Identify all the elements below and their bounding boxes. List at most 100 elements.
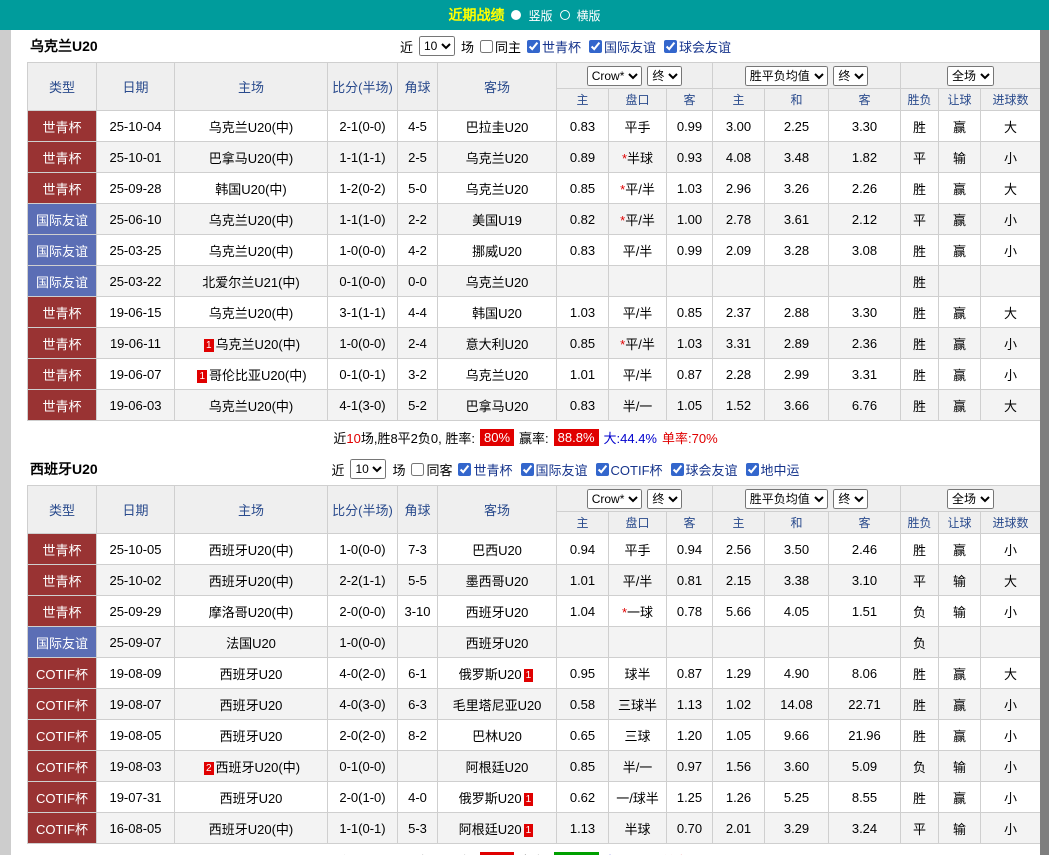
home-team-cell[interactable]: 西班牙U20: [175, 689, 328, 720]
competition-filter[interactable]: 国际友谊: [589, 37, 656, 56]
competition-filter[interactable]: 球会友谊: [671, 460, 738, 479]
competition-filter[interactable]: 世青杯: [527, 37, 581, 56]
competition-filter[interactable]: 世青杯: [458, 460, 512, 479]
horizontal-layout-radio[interactable]: [560, 10, 570, 20]
away-team-cell[interactable]: 巴西U20: [438, 534, 557, 565]
summary-lead: 近10场,胜5平2负3, 胜率:: [333, 851, 475, 855]
odds-stage-select[interactable]: 终: [647, 66, 682, 86]
competition-filter[interactable]: 地中运: [746, 460, 800, 479]
competition-checkbox[interactable]: [589, 40, 602, 53]
away-team-cell[interactable]: 美国U19: [438, 204, 557, 235]
home-team-cell[interactable]: 1哥伦比亚U20(中): [175, 359, 328, 390]
home-team-cell[interactable]: 巴拿马U20(中): [175, 142, 328, 173]
same-venue-filter[interactable]: 同客: [411, 460, 452, 479]
vertical-layout-label[interactable]: 竖版: [528, 7, 552, 24]
fulltime-group: 全场: [901, 63, 1041, 89]
match-row: 国际友谊25-03-22北爱尔兰U21(中)0-1(0-0)0-0乌克兰U20胜: [28, 266, 1041, 297]
home-team-cell[interactable]: 乌克兰U20(中): [175, 390, 328, 421]
competition-filter[interactable]: 球会友谊: [664, 37, 731, 56]
matches-table-ukraine: 类型 日期 主场 比分(半场) 角球 客场 Crow* 终 胜平负均值 终 全场: [27, 62, 1041, 421]
away-team-cell[interactable]: 挪威U20: [438, 235, 557, 266]
corner-cell: 5-0: [398, 173, 438, 204]
handicap-line-cell: *平/半: [609, 204, 667, 235]
avg-odds-select[interactable]: 胜平负均值: [745, 489, 828, 509]
match-count-select[interactable]: 10: [419, 36, 455, 56]
fulltime-select[interactable]: 全场: [947, 66, 994, 86]
page-scrollbar[interactable]: [1040, 30, 1049, 855]
home-team-cell[interactable]: 西班牙U20: [175, 720, 328, 751]
same-venue-checkbox[interactable]: [480, 40, 493, 53]
odds-cell: 1.26: [713, 782, 765, 813]
odds-cell: 2.99: [765, 359, 829, 390]
home-team-cell[interactable]: 北爱尔兰U21(中): [175, 266, 328, 297]
away-team-cell[interactable]: 乌克兰U20: [438, 266, 557, 297]
away-team-cell[interactable]: 乌克兰U20: [438, 359, 557, 390]
home-team-cell[interactable]: 摩洛哥U20(中): [175, 596, 328, 627]
home-team-cell[interactable]: 乌克兰U20(中): [175, 204, 328, 235]
home-team-cell[interactable]: 西班牙U20(中): [175, 813, 328, 844]
competition-cell: COTIF杯: [28, 813, 97, 844]
same-venue-filter[interactable]: 同主: [480, 37, 521, 56]
competition-checkbox[interactable]: [664, 40, 677, 53]
home-team-cell[interactable]: 乌克兰U20(中): [175, 297, 328, 328]
odds-stage-select[interactable]: 终: [647, 489, 682, 509]
odds-cell: 0.83: [557, 390, 609, 421]
odds-cell: 2.46: [829, 534, 901, 565]
away-team-cell[interactable]: 乌克兰U20: [438, 142, 557, 173]
away-team-cell[interactable]: 阿根廷U20: [438, 751, 557, 782]
odds-provider-select[interactable]: Crow*: [587, 66, 642, 86]
competition-checkbox[interactable]: [596, 463, 609, 476]
competition-checkbox[interactable]: [527, 40, 540, 53]
home-team-cell[interactable]: 西班牙U20(中): [175, 565, 328, 596]
competition-filter[interactable]: 国际友谊: [521, 460, 588, 479]
away-team-cell[interactable]: 意大利U20: [438, 328, 557, 359]
home-team-cell[interactable]: 乌克兰U20(中): [175, 235, 328, 266]
home-team-cell[interactable]: 2西班牙U20(中): [175, 751, 328, 782]
fulltime-select[interactable]: 全场: [947, 489, 994, 509]
odds-provider-select[interactable]: Crow*: [587, 489, 642, 509]
away-team-cell[interactable]: 西班牙U20: [438, 627, 557, 658]
competition-checkbox[interactable]: [671, 463, 684, 476]
handicap-result-cell: 赢: [939, 782, 981, 813]
handicap-odds-group: Crow* 终: [557, 63, 713, 89]
same-venue-checkbox[interactable]: [411, 463, 424, 476]
home-team-cell[interactable]: 法国U20: [175, 627, 328, 658]
home-team-cell[interactable]: 韩国U20(中): [175, 173, 328, 204]
odds-cell: 3.66: [765, 390, 829, 421]
away-team-cell[interactable]: 韩国U20: [438, 297, 557, 328]
avg-stage-select[interactable]: 终: [833, 66, 868, 86]
away-team-cell[interactable]: 墨西哥U20: [438, 565, 557, 596]
away-team-cell[interactable]: 巴林U20: [438, 720, 557, 751]
away-team-cell[interactable]: 毛里塔尼亚U20: [438, 689, 557, 720]
home-team-cell[interactable]: 西班牙U20(中): [175, 534, 328, 565]
away-team-cell[interactable]: 俄罗斯U201: [438, 782, 557, 813]
odds-cell: 3.10: [829, 565, 901, 596]
away-team-cell[interactable]: 巴拿马U20: [438, 390, 557, 421]
odds-cell: 1.51: [829, 596, 901, 627]
away-team-cell[interactable]: 乌克兰U20: [438, 173, 557, 204]
odds-cell: 0.87: [667, 359, 713, 390]
home-team-cell[interactable]: 乌克兰U20(中): [175, 111, 328, 142]
match-count-select[interactable]: 10: [350, 459, 386, 479]
competition-checkbox[interactable]: [746, 463, 759, 476]
away-team-cell[interactable]: 阿根廷U201: [438, 813, 557, 844]
odds-cell: 2.25: [765, 111, 829, 142]
competition-checkbox[interactable]: [521, 463, 534, 476]
away-team-cell[interactable]: 巴拉圭U20: [438, 111, 557, 142]
avg-odds-select[interactable]: 胜平负均值: [745, 66, 828, 86]
section-header-ukraine: 乌克兰U20 近 10 场 同主 世青杯国际友谊球会友谊: [11, 30, 1040, 62]
corner-cell: 5-3: [398, 813, 438, 844]
vertical-layout-radio[interactable]: [511, 10, 521, 20]
competition-cell: COTIF杯: [28, 689, 97, 720]
home-team-cell[interactable]: 西班牙U20: [175, 658, 328, 689]
horizontal-layout-label[interactable]: 横版: [577, 7, 601, 24]
home-team-cell[interactable]: 西班牙U20: [175, 782, 328, 813]
handicap-line-cell: 平手: [609, 534, 667, 565]
competition-filter[interactable]: COTIF杯: [596, 460, 663, 479]
home-team-cell[interactable]: 1乌克兰U20(中): [175, 328, 328, 359]
competition-checkbox[interactable]: [458, 463, 471, 476]
away-team-cell[interactable]: 俄罗斯U201: [438, 658, 557, 689]
odds-cell: 0.99: [667, 235, 713, 266]
away-team-cell[interactable]: 西班牙U20: [438, 596, 557, 627]
avg-stage-select[interactable]: 终: [833, 489, 868, 509]
